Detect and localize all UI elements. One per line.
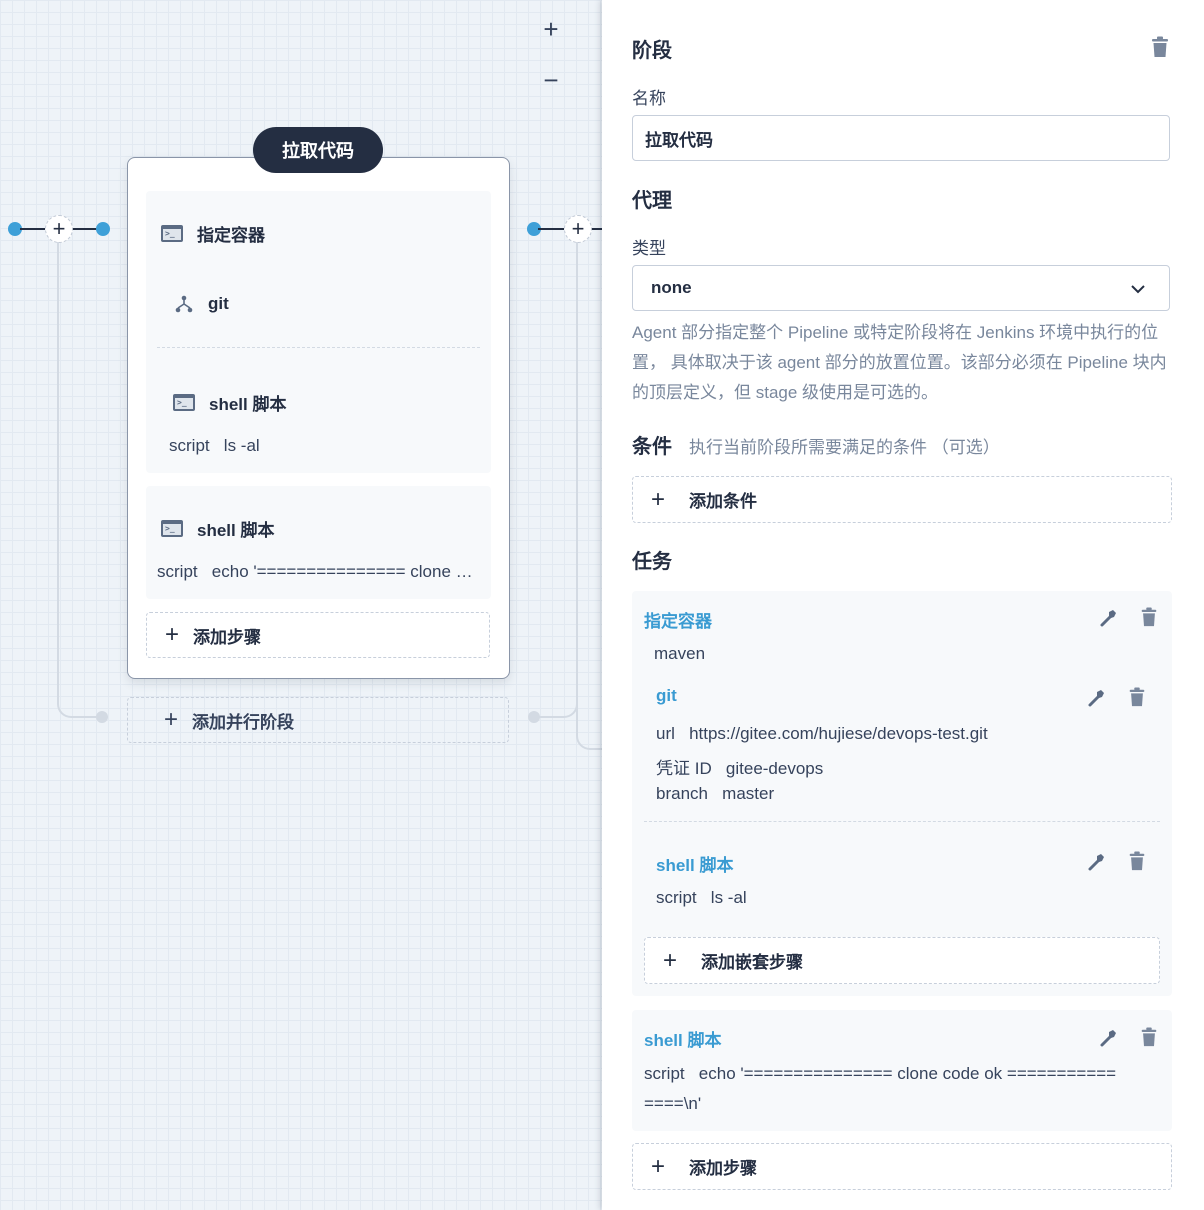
zoom-out-button[interactable]: −: [538, 67, 564, 93]
edit-wrench-icon[interactable]: [1087, 852, 1107, 872]
parallel-branch-line: [534, 242, 578, 718]
delete-trash-icon[interactable]: [1139, 607, 1159, 627]
param-row: url https://gitee.com/hujiese/devops-tes…: [656, 724, 988, 743]
task-name: 指定容器: [644, 612, 712, 631]
nested-task-name: git: [656, 686, 677, 705]
delete-trash-icon[interactable]: [1127, 687, 1147, 707]
param-row: script ls -al: [656, 888, 747, 907]
add-nested-step-button[interactable]: + 添加嵌套步骤: [644, 937, 1160, 984]
step-container[interactable]: 指定容器: [161, 221, 265, 246]
divider: [157, 347, 480, 348]
add-step-label: 添加步骤: [689, 1159, 758, 1178]
param-row-continuation: ====\n': [644, 1094, 702, 1113]
delete-stage-trash-icon[interactable]: [1150, 36, 1170, 58]
agent-type-value: none: [651, 278, 692, 297]
name-label: 名称: [632, 89, 666, 108]
pipeline-canvas: + − + + 拉取代码 指定容器 git shell 脚本 script ls…: [0, 0, 602, 1210]
add-step-label: 添加步骤: [193, 627, 262, 647]
step-shell[interactable]: shell 脚本: [161, 516, 274, 541]
section-condition-title: 条件: [632, 436, 672, 458]
step-label: 指定容器: [197, 226, 265, 245]
nested-task-name: shell 脚本: [656, 856, 734, 875]
step-shell-box[interactable]: [146, 486, 491, 599]
param-row: script echo '=============== clone code …: [644, 1064, 1117, 1083]
step-param: script echo '=============== clone code …: [157, 562, 479, 581]
step-git[interactable]: git: [174, 294, 229, 314]
plus-icon: +: [651, 1152, 666, 1180]
param-row: branch master: [656, 784, 775, 803]
add-condition-button[interactable]: + 添加条件: [632, 476, 1172, 523]
plus-icon: +: [165, 621, 180, 648]
section-tasks-title: 任务: [632, 551, 672, 573]
zoom-in-button[interactable]: +: [538, 16, 564, 42]
terminal-icon: [173, 394, 195, 411]
branch-dot: [528, 711, 540, 723]
git-branch-icon: [175, 295, 193, 313]
branch-dot: [96, 711, 108, 723]
stage-name-input[interactable]: 拉取代码: [632, 115, 1170, 161]
edit-wrench-icon[interactable]: [1099, 608, 1119, 628]
divider: [644, 821, 1160, 822]
add-parallel-stage-button[interactable]: + 添加并行阶段: [127, 697, 509, 743]
add-stage-icon[interactable]: +: [564, 215, 592, 243]
plus-icon: +: [651, 485, 666, 513]
add-nested-step-label: 添加嵌套步骤: [701, 953, 804, 972]
task-name: shell 脚本: [644, 1031, 722, 1050]
agent-description: Agent 部分指定整个 Pipeline 或特定阶段将在 Jenkins 环境…: [632, 323, 1167, 402]
edit-wrench-icon[interactable]: [1099, 1028, 1119, 1048]
edit-wrench-icon[interactable]: [1087, 688, 1107, 708]
add-parallel-stage-label: 添加并行阶段: [192, 712, 295, 732]
step-label: shell 脚本: [197, 521, 275, 540]
step-shell[interactable]: shell 脚本: [173, 390, 286, 415]
agent-type-select[interactable]: none: [632, 265, 1170, 311]
add-step-button[interactable]: + 添加步骤: [146, 612, 490, 658]
step-label: git: [208, 294, 229, 313]
stage-config-panel: 阶段 名称 拉取代码 代理 类型 none Agent 部分指定整个 Pipel…: [602, 0, 1204, 1210]
chevron-down-icon: [1131, 285, 1145, 294]
param-row: 凭证 ID gitee-devops: [656, 759, 824, 778]
condition-hint: 执行当前阶段所需要满足的条件 （可选）: [689, 438, 1000, 457]
terminal-icon: [161, 520, 183, 537]
section-stage-title: 阶段: [632, 40, 672, 62]
add-step-button[interactable]: + 添加步骤: [632, 1143, 1172, 1190]
connector-dot: [96, 222, 110, 236]
parallel-branch-line: [57, 242, 103, 718]
terminal-icon: [161, 225, 183, 242]
plus-icon: +: [663, 946, 678, 974]
next-branch-line: [576, 242, 602, 750]
add-condition-label: 添加条件: [689, 492, 758, 511]
type-label: 类型: [632, 239, 666, 258]
delete-trash-icon[interactable]: [1127, 851, 1147, 871]
delete-trash-icon[interactable]: [1139, 1027, 1159, 1047]
add-stage-icon[interactable]: +: [45, 215, 73, 243]
plus-icon: +: [164, 706, 179, 733]
step-param: script ls -al: [169, 436, 260, 455]
section-agent-title: 代理: [632, 190, 672, 212]
stage-title[interactable]: 拉取代码: [253, 127, 383, 173]
container-value: maven: [654, 644, 706, 663]
step-label: shell 脚本: [209, 395, 287, 414]
